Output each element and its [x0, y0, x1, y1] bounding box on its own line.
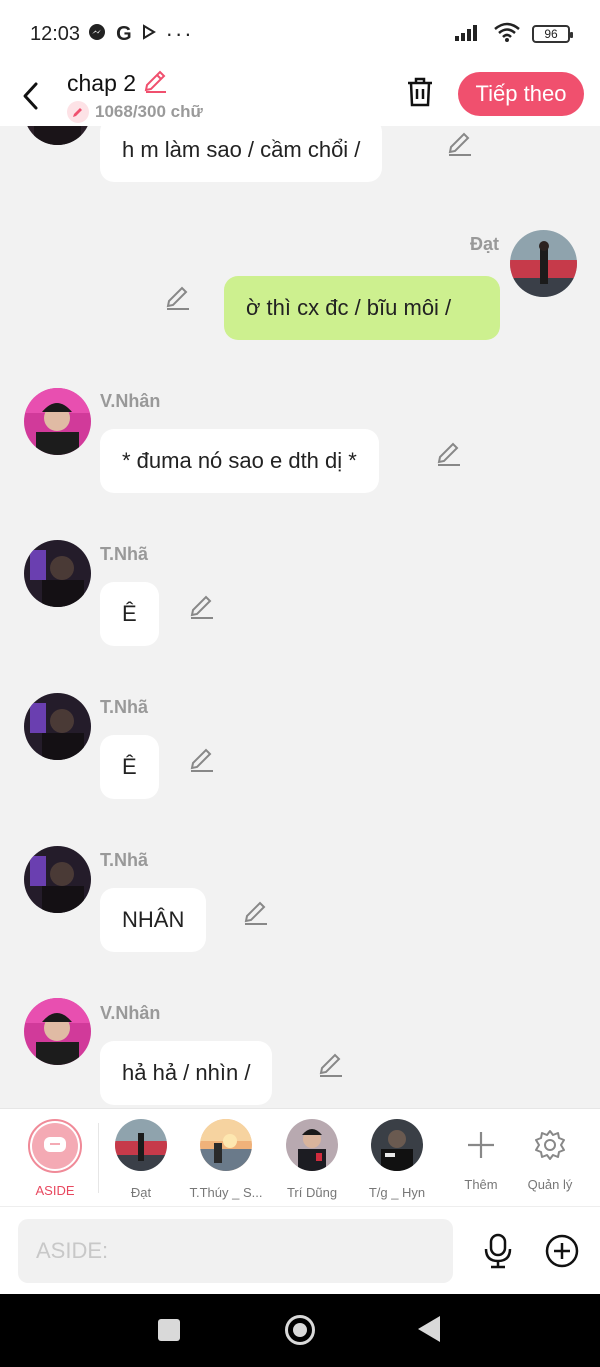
message-bubble[interactable]: Ê	[100, 735, 159, 799]
avatar	[371, 1119, 423, 1171]
character-label: Đạt	[130, 1185, 152, 1200]
character-label: ASIDE	[35, 1183, 75, 1198]
chevron-left-icon	[23, 82, 38, 110]
pencil-badge-icon	[67, 101, 89, 123]
microphone-button[interactable]	[480, 1233, 516, 1269]
character-item[interactable]: Đạt	[96, 1119, 186, 1200]
chat-bubble-icon	[32, 1123, 78, 1169]
next-button[interactable]: Tiếp theo	[458, 72, 584, 116]
character-label: Trí Dũng	[286, 1185, 338, 1200]
sender-name: V.Nhân	[100, 1003, 161, 1023]
more-dots-icon: ···	[165, 21, 194, 46]
message-input[interactable]	[18, 1219, 453, 1283]
edit-message-icon[interactable]	[188, 746, 216, 774]
signal-icon	[454, 23, 482, 46]
character-label: Quản lý	[527, 1177, 573, 1192]
edit-message-icon[interactable]	[435, 440, 463, 468]
character-aside[interactable]: ASIDE	[10, 1119, 100, 1198]
wifi-icon	[494, 22, 520, 47]
message-bubble[interactable]: ờ thì cx đc / bĩu môi /	[224, 276, 500, 340]
avatar	[115, 1119, 167, 1171]
avatar[interactable]	[24, 998, 91, 1065]
plus-circle-icon	[545, 1234, 579, 1268]
edit-message-icon[interactable]	[317, 1051, 345, 1079]
character-label: T/g _ Hyn	[368, 1185, 426, 1200]
chat-area[interactable]: h m làm sao / cầm chổi / Đạt ờ thì cx đc…	[0, 126, 600, 1108]
sender-name: V.Nhân	[100, 391, 161, 411]
manage-button[interactable]: Quản lý	[505, 1119, 595, 1192]
add-attachment-button[interactable]	[544, 1233, 580, 1269]
avatar[interactable]	[24, 540, 91, 607]
message-bubble[interactable]: * đuma nó sao e dth dị *	[100, 429, 379, 493]
editor-header: chap 2 1068/300 chữ Tiếp theo	[0, 68, 600, 126]
battery-icon: 96	[532, 25, 573, 43]
avatar[interactable]	[510, 230, 577, 297]
back-button[interactable]	[20, 76, 50, 116]
avatar[interactable]	[24, 846, 91, 913]
sender-name: T.Nhã	[100, 544, 149, 564]
avatar[interactable]	[24, 126, 91, 145]
character-label: T.Thúy _ S...	[189, 1185, 263, 1200]
google-icon: G	[116, 22, 132, 45]
word-counter: 1068/300 chữ	[95, 102, 203, 121]
chapter-title-area[interactable]: chap 2 1068/300 chữ	[67, 68, 203, 123]
play-icon	[142, 23, 156, 45]
avatar	[286, 1119, 338, 1171]
message-bubble[interactable]: Ê	[100, 582, 159, 646]
edit-message-icon[interactable]	[446, 130, 474, 158]
avatar[interactable]	[24, 388, 91, 455]
avatar	[200, 1119, 252, 1171]
chapter-title: chap 2	[67, 70, 137, 96]
system-back-button[interactable]	[418, 1316, 440, 1342]
message-text: hả hả / nhìn /	[122, 1060, 251, 1085]
sender-name: T.Nhã	[100, 697, 149, 717]
sender-name: Đạt	[470, 234, 500, 254]
message-text: Ê	[122, 601, 137, 626]
message-text: NHÂN	[122, 907, 185, 932]
edit-message-icon[interactable]	[188, 593, 216, 621]
message-text: Ê	[122, 754, 137, 779]
character-item[interactable]: Trí Dũng	[267, 1119, 357, 1200]
edit-message-icon[interactable]	[242, 899, 270, 927]
gear-icon	[505, 1119, 595, 1171]
system-nav-bar	[0, 1294, 600, 1367]
sender-name: T.Nhã	[100, 850, 149, 870]
message-text: ờ thì cx đc / bĩu môi /	[246, 295, 452, 320]
character-item[interactable]: T.Thúy _ S...	[181, 1119, 271, 1200]
messenger-icon	[88, 23, 106, 46]
delete-button[interactable]	[402, 72, 438, 112]
microphone-icon	[484, 1233, 512, 1269]
message-bubble[interactable]: hả hả / nhìn /	[100, 1041, 273, 1105]
status-time: 12:03	[30, 22, 81, 45]
message-bubble[interactable]: NHÂN	[100, 888, 207, 952]
status-bar: 12:03 G ··· 96	[0, 0, 600, 68]
avatar[interactable]	[24, 693, 91, 760]
message-text: h m làm sao / cầm chổi /	[122, 137, 361, 162]
message-text: * đuma nó sao e dth dị *	[122, 448, 357, 473]
recents-button[interactable]	[158, 1319, 180, 1341]
edit-message-icon[interactable]	[164, 284, 192, 312]
edit-title-icon[interactable]	[142, 68, 168, 99]
character-bar: ASIDE Đạt T.Thúy _ S... Trí Dũng T/g _ H…	[0, 1108, 600, 1206]
home-button[interactable]	[285, 1315, 315, 1345]
message-bubble[interactable]: h m làm sao / cầm chổi /	[100, 126, 383, 182]
character-item[interactable]: T/g _ Hyn	[352, 1119, 442, 1200]
input-bar	[0, 1206, 600, 1294]
trash-icon	[408, 77, 432, 107]
